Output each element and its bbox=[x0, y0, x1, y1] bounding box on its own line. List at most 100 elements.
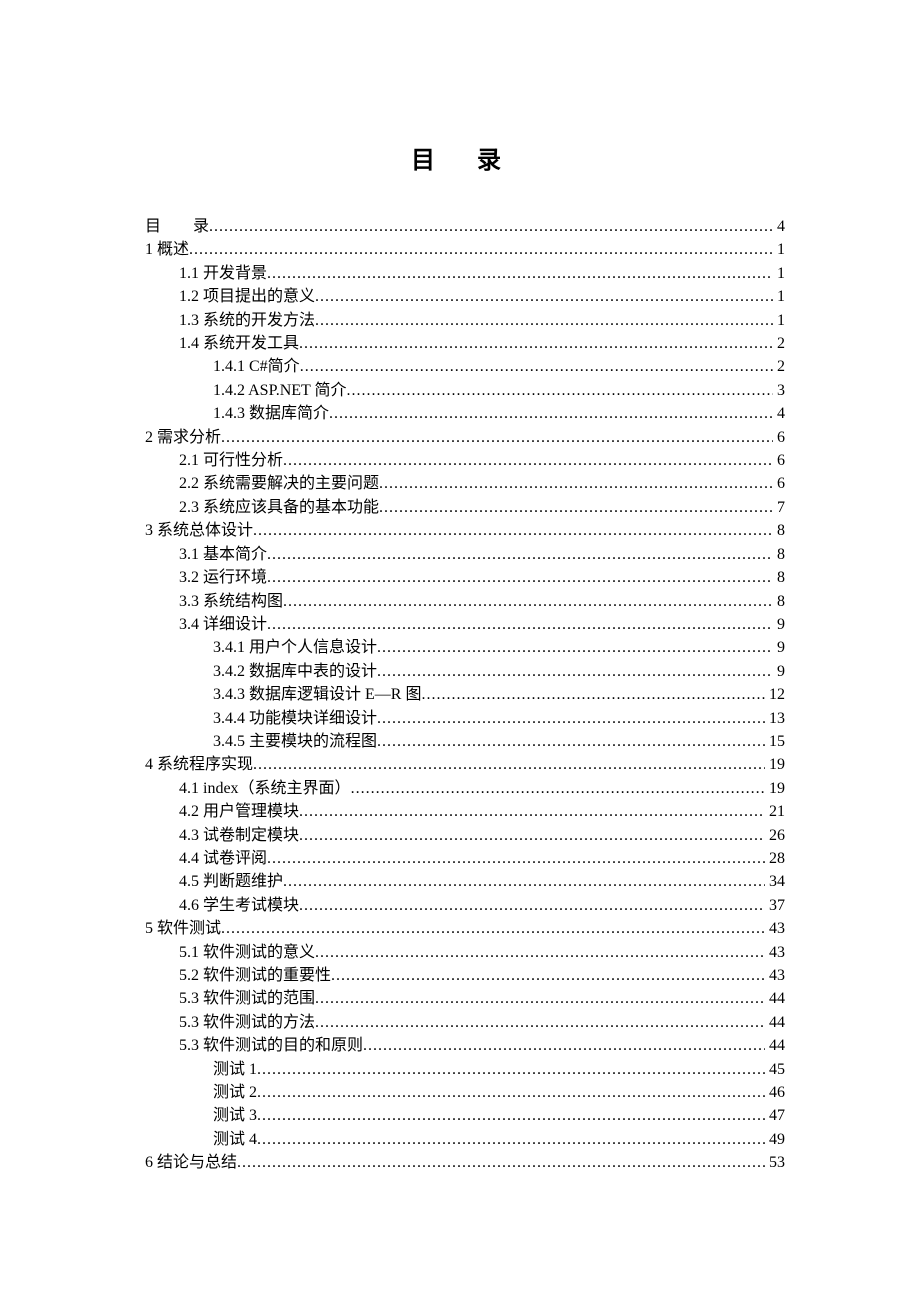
toc-leader-dots bbox=[257, 1081, 765, 1104]
toc-entry-page: 9 bbox=[773, 636, 785, 659]
toc-entry: 4 系统程序实现 19 bbox=[145, 753, 785, 776]
toc-entry-label: 3.4 详细设计 bbox=[179, 613, 267, 636]
toc-entry-label: 2.1 可行性分析 bbox=[179, 449, 283, 472]
toc-entry-page: 4 bbox=[773, 402, 785, 425]
toc-leader-dots bbox=[315, 941, 765, 964]
toc-entry-page: 34 bbox=[765, 870, 785, 893]
toc-entry: 3.4.1 用户个人信息设计 9 bbox=[145, 636, 785, 659]
toc-entry-page: 2 bbox=[773, 332, 785, 355]
toc-leader-dots bbox=[221, 426, 773, 449]
toc-entry: 5.3 软件测试的方法44 bbox=[145, 1011, 785, 1034]
toc-entry: 4.3 试卷制定模块 26 bbox=[145, 824, 785, 847]
toc-entry-label: 4.3 试卷制定模块 bbox=[179, 824, 299, 847]
toc-entry-page: 15 bbox=[765, 730, 785, 753]
toc-entry-page: 12 bbox=[765, 683, 785, 706]
toc-entry: 2.3 系统应该具备的基本功能 7 bbox=[145, 496, 785, 519]
toc-entry: 3.2 运行环境8 bbox=[145, 566, 785, 589]
toc-entry: 1.4.3 数据库简介4 bbox=[145, 402, 785, 425]
toc-entry-page: 47 bbox=[765, 1104, 785, 1127]
toc-entry-page: 43 bbox=[765, 917, 785, 940]
toc-leader-dots bbox=[299, 800, 765, 823]
toc-entry-label: 2.3 系统应该具备的基本功能 bbox=[179, 496, 379, 519]
toc-entry-page: 26 bbox=[765, 824, 785, 847]
toc-entry: 3.3 系统结构图8 bbox=[145, 590, 785, 613]
toc-entry: 3.4.2 数据库中表的设计9 bbox=[145, 660, 785, 683]
toc-entry-page: 1 bbox=[773, 309, 785, 332]
toc-entry-page: 43 bbox=[765, 941, 785, 964]
toc-leader-dots bbox=[315, 285, 773, 308]
toc-leader-dots bbox=[315, 987, 765, 1010]
toc-entry-page: 8 bbox=[773, 566, 785, 589]
toc-leader-dots bbox=[283, 449, 773, 472]
toc-entry-label: 1 概述 bbox=[145, 238, 189, 261]
toc-leader-dots bbox=[421, 683, 765, 706]
toc-entry: 5.3 软件测试的范围44 bbox=[145, 987, 785, 1010]
toc-entry-page: 44 bbox=[765, 987, 785, 1010]
toc-entry-label: 测试 2 bbox=[213, 1081, 257, 1104]
toc-leader-dots bbox=[331, 964, 765, 987]
toc-entry-page: 19 bbox=[765, 753, 785, 776]
toc-entry-label: 2 需求分析 bbox=[145, 426, 221, 449]
toc-leader-dots bbox=[377, 707, 765, 730]
toc-entry-label: 4.5 判断题维护 bbox=[179, 870, 283, 893]
toc-entry-label: 目 录 bbox=[145, 215, 209, 238]
toc-entry-label: 测试 3 bbox=[213, 1104, 257, 1127]
toc-leader-dots bbox=[253, 519, 773, 542]
toc-entry: 3.4.3 数据库逻辑设计 E—R 图12 bbox=[145, 683, 785, 706]
toc-entry-page: 21 bbox=[765, 800, 785, 823]
toc-entry-page: 2 bbox=[773, 355, 785, 378]
toc-leader-dots bbox=[257, 1058, 765, 1081]
toc-entry: 5.1 软件测试的意义43 bbox=[145, 941, 785, 964]
toc-leader-dots bbox=[189, 238, 773, 261]
toc-leader-dots bbox=[379, 496, 773, 519]
toc-entry-label: 4.6 学生考试模块 bbox=[179, 894, 299, 917]
toc-leader-dots bbox=[299, 894, 765, 917]
toc-leader-dots bbox=[299, 824, 765, 847]
toc-leader-dots bbox=[209, 215, 773, 238]
toc-entry-page: 7 bbox=[773, 496, 785, 519]
toc-entry-label: 4 系统程序实现 bbox=[145, 753, 253, 776]
toc-entry-page: 8 bbox=[773, 590, 785, 613]
toc-entry-label: 5 软件测试 bbox=[145, 917, 221, 940]
toc-entry-label: 3.1 基本简介 bbox=[179, 543, 267, 566]
toc-entry-page: 44 bbox=[765, 1011, 785, 1034]
toc-entry: 3.4.5 主要模块的流程图 15 bbox=[145, 730, 785, 753]
toc-entry-label: 1.4.1 C#简介 bbox=[213, 355, 300, 378]
toc-leader-dots bbox=[267, 613, 773, 636]
toc-entry-page: 9 bbox=[773, 660, 785, 683]
toc-entry-page: 1 bbox=[773, 238, 785, 261]
toc-entry: 目 录4 bbox=[145, 215, 785, 238]
toc-entry: 4.1 index（系统主界面） 19 bbox=[145, 777, 785, 800]
toc-entry: 6 结论与总结53 bbox=[145, 1151, 785, 1174]
toc-entry: 测试 246 bbox=[145, 1081, 785, 1104]
toc-entry: 2.1 可行性分析6 bbox=[145, 449, 785, 472]
toc-entry-page: 6 bbox=[773, 426, 785, 449]
toc-leader-dots bbox=[377, 730, 765, 753]
toc-entry-label: 4.1 index（系统主界面） bbox=[179, 777, 351, 800]
toc-entry-label: 3 系统总体设计 bbox=[145, 519, 253, 542]
toc-leader-dots bbox=[379, 472, 773, 495]
toc-leader-dots bbox=[347, 379, 773, 402]
toc-leader-dots bbox=[283, 870, 765, 893]
toc-entry-label: 1.1 开发背景 bbox=[179, 262, 267, 285]
toc-leader-dots bbox=[257, 1128, 765, 1151]
toc-entry-page: 1 bbox=[773, 285, 785, 308]
toc-entry-label: 3.4.5 主要模块的流程图 bbox=[213, 730, 377, 753]
toc-entry-page: 53 bbox=[765, 1151, 785, 1174]
toc-leader-dots bbox=[351, 777, 765, 800]
toc-entry: 1.4.2 ASP.NET 简介3 bbox=[145, 379, 785, 402]
toc-leader-dots bbox=[267, 566, 773, 589]
toc-leader-dots bbox=[299, 332, 773, 355]
toc-entry: 5.2 软件测试的重要性43 bbox=[145, 964, 785, 987]
toc-entry-page: 49 bbox=[765, 1128, 785, 1151]
toc-entry-label: 3.4.1 用户个人信息设计 bbox=[213, 636, 377, 659]
toc-entry: 1.3 系统的开发方法1 bbox=[145, 309, 785, 332]
toc-entry-page: 3 bbox=[773, 379, 785, 402]
toc-entry: 5 软件测试 43 bbox=[145, 917, 785, 940]
toc-entry-page: 19 bbox=[765, 777, 785, 800]
toc-entry-label: 测试 1 bbox=[213, 1058, 257, 1081]
toc-entry: 4.2 用户管理模块21 bbox=[145, 800, 785, 823]
toc-entry-label: 5.2 软件测试的重要性 bbox=[179, 964, 331, 987]
toc-entry: 测试 3 47 bbox=[145, 1104, 785, 1127]
page-title: 目 录 bbox=[145, 140, 785, 175]
